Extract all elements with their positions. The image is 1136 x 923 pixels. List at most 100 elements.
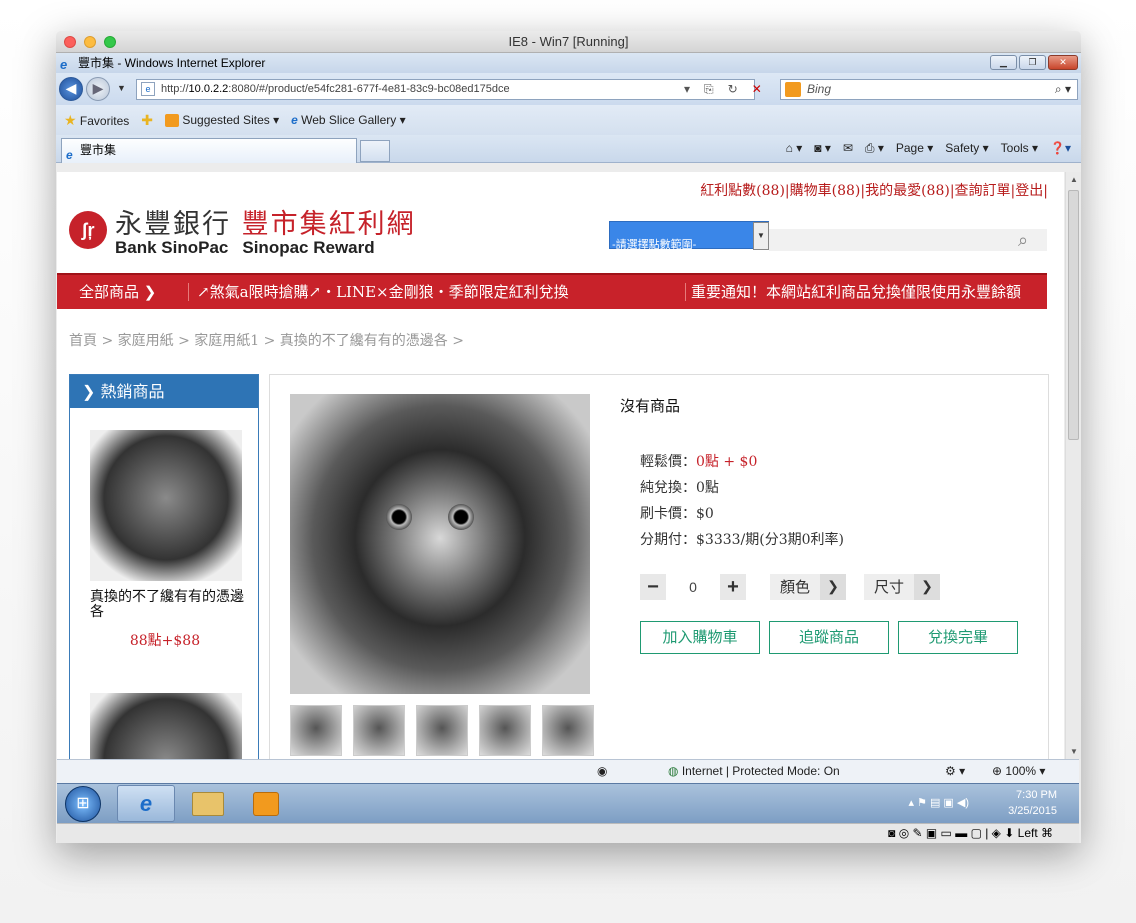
size-label: 尺寸 — [874, 578, 905, 596]
host-key: ◙ ◎ ✎ ▣ ▭ ▬ ▢ | ◈ ⬇ Left ⌘ — [888, 824, 1053, 843]
product-thumbnail[interactable] — [479, 705, 531, 756]
increase-quantity-button[interactable]: + — [720, 574, 746, 600]
pure-redeem-line: 純兌換：0點 — [640, 480, 719, 496]
product-main-image — [290, 394, 590, 694]
settings-icon[interactable]: ⚙ ▾ — [945, 760, 965, 782]
compat-view-icon[interactable]: ⎘ — [704, 82, 714, 97]
sinopac-logo-icon: ʃŗ — [69, 211, 107, 249]
close-button[interactable]: ✕ — [1048, 55, 1078, 70]
scroll-thumb[interactable] — [1068, 190, 1079, 440]
star-icon: ★ — [64, 112, 77, 128]
search-placeholder: Bing — [807, 82, 832, 96]
taskbar-ie-button[interactable]: e — [117, 785, 175, 822]
category-nav: 全部商品 ❯ ↗煞氣a限時搶購↗・LINE×金剛狼・季節限定紅利兌換 重要通知！… — [57, 273, 1047, 309]
account-links[interactable]: 紅利點數(88)|購物車(88)|我的最愛(88)|查詢訂單|登出| — [700, 180, 1048, 200]
host-key-label: Left ⌘ — [1017, 826, 1053, 840]
vertical-scrollbar[interactable]: ▲ ▼ — [1065, 172, 1081, 759]
quantity-input[interactable]: 0 — [672, 574, 714, 600]
favorites-button[interactable]: ★ Favorites — [64, 105, 129, 135]
print-icon[interactable]: ⎙ ▾ — [865, 141, 884, 156]
status-bar: ◉ ◍ Internet | Protected Mode: On ⚙ ▾ ⊕ … — [57, 759, 1079, 783]
web-slice-link[interactable]: e Web Slice Gallery ▾ — [291, 105, 406, 135]
command-bar: ⌂ ▾ ◙ ▾ ✉ ⎙ ▾ Page ▾ Safety ▾ Tools ▾ ❓▾ — [786, 141, 1071, 156]
close-icon[interactable] — [64, 36, 76, 48]
add-to-cart-button[interactable]: 加入購物車 — [640, 621, 760, 654]
site-search-button[interactable]: ⌕ — [999, 229, 1047, 251]
bing-icon — [785, 82, 801, 97]
zoom-control[interactable]: ⊕ 100% ▾ — [992, 760, 1045, 782]
notice-ticker[interactable]: 重要通知！本網站紅利商品兌換僅限使用永豐餘額 — [691, 275, 1041, 309]
scroll-down-icon[interactable]: ▼ — [1070, 747, 1078, 756]
tab-title: 豐市集 — [80, 143, 117, 157]
address-dropdown-icon[interactable]: ▾ — [684, 82, 690, 97]
product-thumbnail[interactable] — [416, 705, 468, 756]
points-range-select[interactable]: -請選擇點數範圍- ▼ — [609, 221, 769, 251]
hot-product-price: 88點+$88 — [129, 633, 201, 649]
tools-menu[interactable]: Tools ▾ — [1001, 141, 1038, 156]
taskbar-explorer-icon[interactable] — [192, 792, 224, 816]
chevron-down-icon: ❯ — [820, 574, 847, 600]
chevron-down-icon[interactable]: ▼ — [753, 222, 769, 250]
page-menu[interactable]: Page ▾ — [896, 141, 933, 156]
web-slice-icon: e — [291, 113, 298, 127]
minimize-icon[interactable] — [84, 36, 96, 48]
privacy-icon[interactable]: ◉ — [597, 760, 607, 782]
site-search-input[interactable] — [769, 229, 999, 251]
logo-reward-cn: 豐市集紅利網 — [241, 209, 416, 240]
price-list: 輕鬆價：0點 + $0 純兌換：0點 刷卡價：$0 分期付：$3333/期(分3… — [640, 449, 844, 553]
zoom-icon[interactable] — [104, 36, 116, 48]
address-input[interactable]: e http://10.0.2.2:8080/#/product/e54fc28… — [136, 79, 755, 100]
color-select[interactable]: 顏色 ❯ — [770, 574, 847, 600]
product-thumbnail[interactable] — [353, 705, 405, 756]
system-tray[interactable]: ▴ ⚑ ▤ ▣ ◀) — [908, 796, 969, 809]
suggested-sites-label: Suggested Sites ▾ — [182, 113, 280, 127]
all-products-menu[interactable]: 全部商品 ❯ — [79, 275, 156, 309]
mac-titlebar: IE8 - Win7 [Running] — [56, 31, 1081, 53]
hot-product-name[interactable]: 真換的不了纔有有的憑邊各 — [90, 590, 245, 620]
chevron-right-icon: ❯ — [82, 382, 96, 401]
minimize-button[interactable]: ▁ — [990, 55, 1017, 70]
vbox-device-icons[interactable]: ◙ ◎ ✎ ▣ ▭ ▬ ▢ | ◈ ⬇ — [888, 826, 1018, 840]
stop-icon[interactable]: ✕ — [752, 82, 762, 97]
redeem-button[interactable]: 兌換完畢 — [898, 621, 1018, 654]
search-icon[interactable]: ⌕ ▾ — [1055, 80, 1071, 99]
url-path: :8080/#/product/e54fc281-677f-4e81-83c9-… — [228, 83, 510, 95]
safety-menu[interactable]: Safety ▾ — [945, 141, 988, 156]
forward-button[interactable]: ▶ — [86, 77, 110, 101]
new-tab-button[interactable] — [360, 140, 390, 162]
add-favorite-icon[interactable]: ✚ — [141, 105, 153, 135]
quantity-stepper: − 0 + 顏色 ❯ 尺寸 ❯ — [640, 574, 941, 600]
security-zone[interactable]: ◍ Internet | Protected Mode: On — [668, 760, 840, 782]
size-select[interactable]: 尺寸 ❯ — [864, 574, 941, 600]
restore-button[interactable]: ❐ — [1019, 55, 1046, 70]
product-thumbnail[interactable] — [290, 705, 342, 756]
promo-ticker[interactable]: ↗煞氣a限時搶購↗・LINE×金剛狼・季節限定紅利兌換 — [197, 275, 569, 309]
hot-product-image[interactable] — [90, 430, 242, 581]
decrease-quantity-button[interactable]: − — [640, 574, 666, 600]
site-logo[interactable]: ʃŗ 永豐銀行 豐市集紅利網 Bank SinoPac Sinopac Rewar… — [69, 202, 416, 258]
window-title: IE8 - Win7 [Running] — [508, 34, 629, 49]
taskbar-media-player-icon[interactable] — [253, 792, 279, 816]
back-button[interactable]: ◀ — [59, 77, 83, 101]
breadcrumb[interactable]: 首頁 > 家庭用紙 > 家庭用紙1 > 真換的不了纔有有的憑邊各 > — [69, 330, 464, 350]
search-input[interactable]: Bing ⌕ ▾ — [780, 79, 1078, 100]
help-icon[interactable]: ❓▾ — [1050, 141, 1071, 156]
product-actions: 加入購物車 追蹤商品 兌換完畢 — [640, 621, 1018, 654]
track-product-button[interactable]: 追蹤商品 — [769, 621, 889, 654]
refresh-icon[interactable]: ↻ — [728, 82, 738, 97]
url-scheme: http:// — [161, 83, 189, 95]
product-thumbnail[interactable] — [542, 705, 594, 756]
feeds-icon[interactable]: ◙ ▾ — [814, 141, 831, 156]
easy-price-line: 輕鬆價：0點 + $0 — [640, 449, 844, 475]
scroll-up-icon[interactable]: ▲ — [1070, 175, 1078, 184]
clock[interactable]: 7:30 PM 3/25/2015 — [1008, 787, 1057, 819]
web-page: 紅利點數(88)|購物車(88)|我的最愛(88)|查詢訂單|登出| ʃŗ 永豐… — [57, 172, 1064, 759]
address-bar-row: ◀ ▶ ▼ e http://10.0.2.2:8080/#/product/e… — [56, 73, 1081, 105]
hot-product-image[interactable] — [90, 693, 242, 759]
start-button[interactable]: ⊞ — [65, 786, 101, 822]
history-dropdown-icon[interactable]: ▼ — [117, 83, 126, 93]
suggested-sites-link[interactable]: Suggested Sites ▾ — [165, 105, 279, 135]
home-icon[interactable]: ⌂ ▾ — [786, 141, 803, 156]
tab-active[interactable]: e 豐市集 — [61, 138, 357, 163]
mail-icon[interactable]: ✉ — [843, 141, 853, 156]
